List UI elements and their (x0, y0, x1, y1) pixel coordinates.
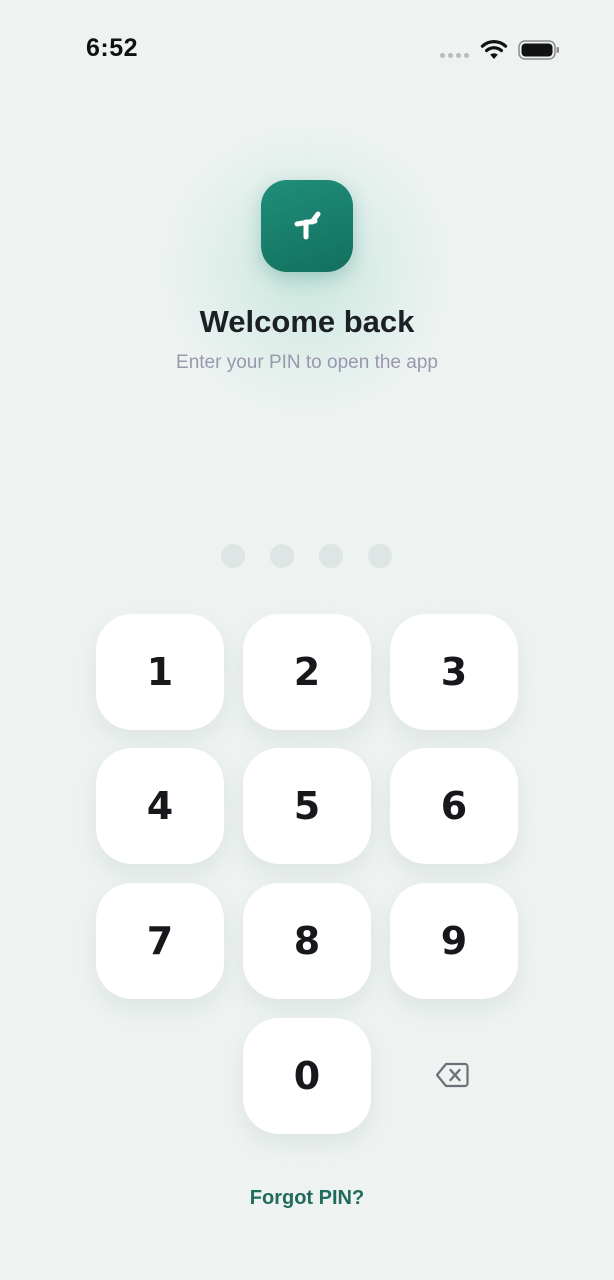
signal-dots-icon (440, 53, 469, 58)
pin-lock-screen: 6:52 Welcome back Enter your PIN to open… (0, 0, 614, 1280)
backspace-button[interactable] (430, 1058, 474, 1092)
pin-dot (221, 544, 245, 568)
pin-dot (319, 544, 343, 568)
key-8[interactable]: 8 (243, 883, 371, 999)
key-9[interactable]: 9 (390, 883, 518, 999)
key-2[interactable]: 2 (243, 614, 371, 730)
page-subtitle: Enter your PIN to open the app (176, 352, 438, 373)
status-time: 6:52 (86, 34, 139, 62)
backspace-icon (435, 1062, 469, 1088)
app-logo-icon (261, 180, 353, 272)
key-5[interactable]: 5 (243, 748, 371, 864)
wifi-icon (480, 40, 508, 59)
pin-indicator (221, 544, 392, 568)
page-title: Welcome back (199, 304, 415, 339)
forgot-pin-link[interactable]: Forgot PIN? (0, 1187, 614, 1210)
pin-dot (270, 544, 294, 568)
battery-icon (518, 40, 559, 60)
key-6[interactable]: 6 (390, 748, 518, 864)
key-0[interactable]: 0 (243, 1018, 371, 1134)
pin-dot (368, 544, 392, 568)
key-7[interactable]: 7 (96, 883, 224, 999)
key-3[interactable]: 3 (390, 614, 518, 730)
key-1[interactable]: 1 (96, 614, 224, 730)
key-4[interactable]: 4 (96, 748, 224, 864)
